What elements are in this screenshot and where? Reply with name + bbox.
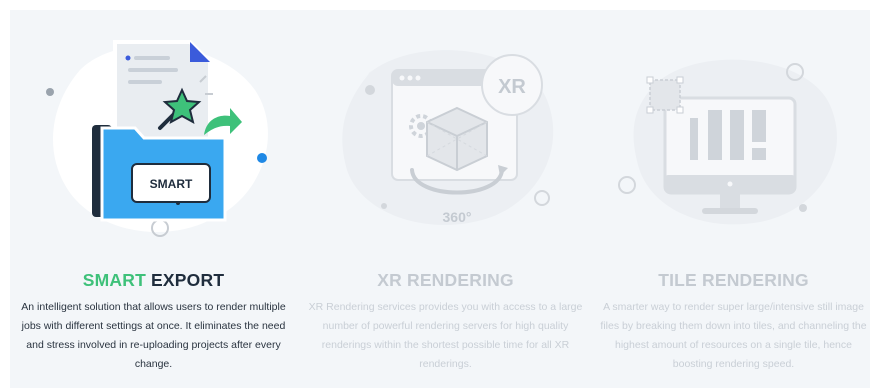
xr-badge-icon: XR — [481, 54, 543, 116]
title-highlight: SMART — [82, 270, 146, 290]
degree-label: 360° — [443, 209, 472, 225]
folder-icon — [92, 125, 227, 222]
features-panel: SMART SMART EXPORT An intelligent soluti… — [10, 10, 870, 388]
feature-title: SMART EXPORT — [10, 270, 297, 291]
feature-description: An intelligent solution that allows user… — [21, 301, 286, 370]
decor-dot-blue-icon — [257, 153, 267, 163]
feature-tile-rendering[interactable]: TILE RENDERING A smarter way to render s… — [590, 10, 870, 388]
feature-smart-export[interactable]: SMART SMART EXPORT An intelligent soluti… — [10, 10, 297, 388]
xr-rendering-illustration: XR 360° — [342, 50, 554, 225]
decor-dot-icon — [365, 85, 375, 95]
svg-text:XR: XR — [498, 76, 526, 98]
feature-title: TILE RENDERING — [658, 270, 809, 290]
feature-title: XR RENDERING — [377, 270, 514, 290]
decor-ring-icon — [618, 176, 636, 194]
selection-tile-icon — [646, 76, 684, 114]
decor-dot-icon — [46, 88, 54, 96]
smart-tag-label: SMART — [150, 177, 193, 191]
title-rest: EXPORT — [145, 270, 225, 290]
cube-icon — [426, 106, 488, 172]
feature-xr-rendering[interactable]: XR 360° XR RENDERING XR Rendering servic… — [302, 10, 589, 388]
decor-dot-icon — [381, 203, 387, 209]
feature-description: A smarter way to render super large/inte… — [600, 301, 867, 370]
decor-ring-icon — [534, 190, 550, 206]
feature-description: XR Rendering services provides you with … — [308, 301, 583, 370]
tile-rendering-illustration — [618, 59, 837, 225]
smart-export-illustration: SMART — [46, 40, 268, 237]
decor-dot-icon — [799, 204, 807, 212]
